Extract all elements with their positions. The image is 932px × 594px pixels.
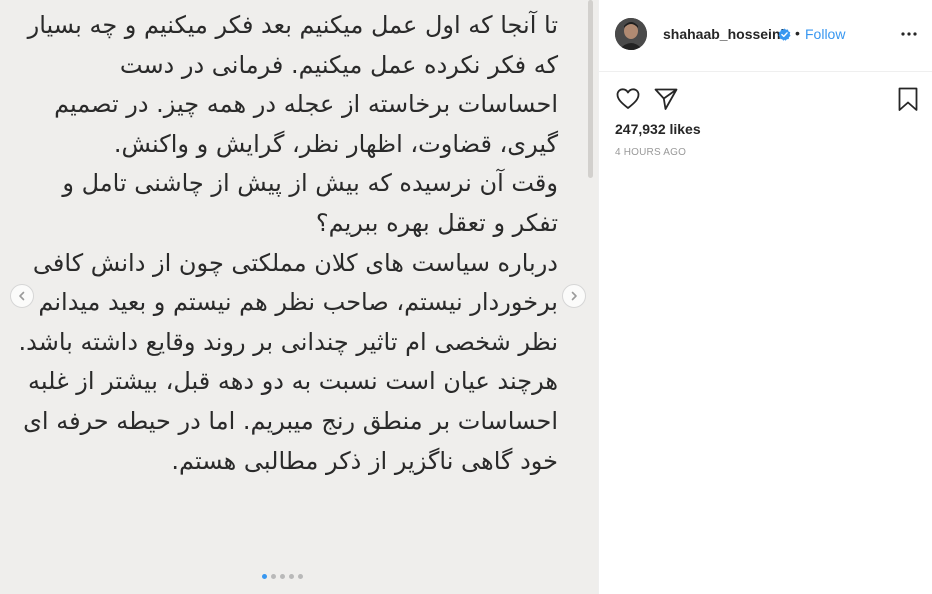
- post-timestamp[interactable]: 4 HOURS AGO: [615, 147, 686, 158]
- post-header: shahaab_hosseini • Follow: [599, 0, 932, 72]
- media-scrollbar[interactable]: [588, 0, 593, 178]
- post-media[interactable]: تا آنجا که اول عمل میکنیم بعد فکر میکنیم…: [0, 0, 598, 594]
- post-actions: [615, 86, 919, 114]
- media-paragraph: درباره سیاست های کلان مملکتی چون از دانش…: [18, 248, 558, 475]
- carousel-dots: [262, 574, 303, 579]
- username-link[interactable]: shahaab_hosseini: [663, 26, 784, 42]
- carousel-dot: [262, 574, 267, 579]
- chevron-left-icon: [19, 291, 25, 301]
- header-separator: •: [795, 25, 800, 41]
- carousel-dot: [271, 574, 276, 579]
- avatar[interactable]: [615, 18, 647, 50]
- media-paragraph: تا آنجا که اول عمل میکنیم بعد فکر میکنیم…: [27, 11, 558, 158]
- bookmark-icon[interactable]: [895, 86, 921, 112]
- instagram-post: تا آنجا که اول عمل میکنیم بعد فکر میکنیم…: [0, 0, 932, 594]
- carousel-dot: [298, 574, 303, 579]
- more-options-icon[interactable]: [899, 24, 919, 44]
- carousel-dot: [289, 574, 294, 579]
- next-slide-button[interactable]: [562, 284, 586, 308]
- verified-badge-icon: [778, 28, 791, 41]
- media-paragraph: وقت آن نرسیده که بیش از پیش از چاشنی تام…: [62, 169, 558, 237]
- chevron-right-icon: [571, 291, 577, 301]
- post-sidebar: shahaab_hosseini • Follow 247,932 likes …: [598, 0, 932, 594]
- share-icon[interactable]: [653, 86, 679, 112]
- heart-icon[interactable]: [615, 86, 641, 112]
- previous-slide-button[interactable]: [10, 284, 34, 308]
- carousel-dot: [280, 574, 285, 579]
- likes-count[interactable]: 247,932 likes: [615, 121, 701, 137]
- follow-button[interactable]: Follow: [805, 26, 845, 42]
- media-text: تا آنجا که اول عمل میکنیم بعد فکر میکنیم…: [18, 6, 558, 481]
- avatar-photo-icon: [615, 18, 647, 50]
